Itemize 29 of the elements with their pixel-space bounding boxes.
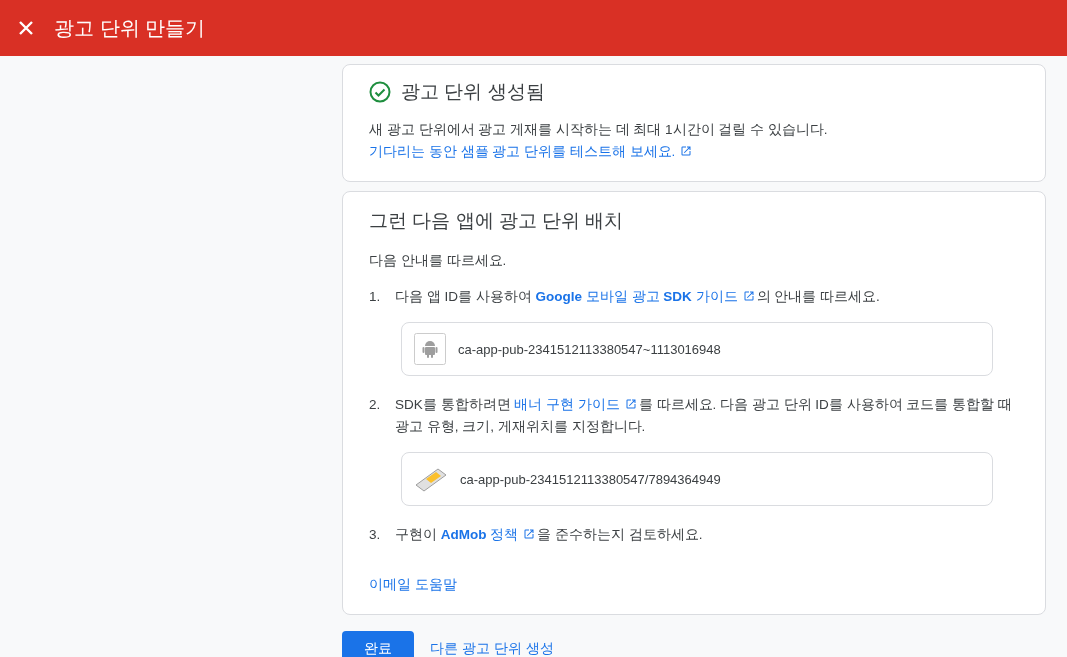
id-value: ca-app-pub-2341512113380547/7894364949 [460, 471, 721, 487]
external-link-icon [742, 290, 755, 302]
status-title: 광고 단위 생성됨 [401, 80, 545, 104]
android-icon [414, 333, 446, 365]
step-number: 2. [369, 396, 382, 414]
id-value: ca-app-pub-2341512113380547~1113016948 [458, 341, 721, 357]
external-link-icon [523, 528, 536, 540]
check-circle-icon [369, 81, 391, 103]
placement-title: 그런 다음 앱에 광고 단위 배치 [369, 209, 625, 233]
step-number: 1. [369, 288, 382, 306]
id-field[interactable]: ca-app-pub-2341512113380547/7894364949 [401, 452, 993, 506]
step-text: SDK를 통합하려면 배너 구현 가이드 를 따르세요. 다음 광고 단위 ID를 사용하여 코드를 통합할 때 광고 유형, 크기, 게재위치를 지정합니다. [395, 396, 1013, 436]
done-button[interactable]: 완료 [342, 631, 414, 657]
step-number: 3. [369, 526, 382, 544]
intro-text: 다음 안내를 따르세요. [369, 252, 508, 270]
id-field[interactable]: ca-app-pub-2341512113380547~1113016948 [401, 322, 993, 376]
step-text: 다음 앱 ID를 사용하여 Google 모바일 광고 SDK 가이드 의 안내를 따르세요. [395, 288, 881, 306]
status-text: 새 광고 단위에서 광고 게재를 시작하는 데 최대 1시간이 걸릴 수 있습니다. 기다리는 동안 샘플 광고 단위를 테스트해 보세요. [369, 121, 829, 161]
page-title: 광고 단위 만들기 [54, 15, 206, 41]
close-icon [19, 21, 33, 35]
guide-link[interactable]: Google 모바일 광고 SDK 가이드 [535, 289, 757, 304]
sample-ad-link[interactable]: 기다리는 동안 샘플 광고 단위를 테스트해 보세요. [369, 144, 695, 159]
guide-link[interactable]: AdMob 정책 [440, 527, 538, 542]
external-link-icon [680, 145, 693, 157]
step-text: 구현이 AdMob 정책 을 준수하는지 검토하세요. [395, 526, 704, 544]
external-link-icon [624, 398, 637, 410]
guide-link[interactable]: 배너 구현 가이드 [514, 397, 639, 412]
create-another-button[interactable]: 다른 광고 단위 생성 [430, 640, 554, 657]
email-help-link[interactable]: 이메일 도움말 [369, 577, 457, 592]
